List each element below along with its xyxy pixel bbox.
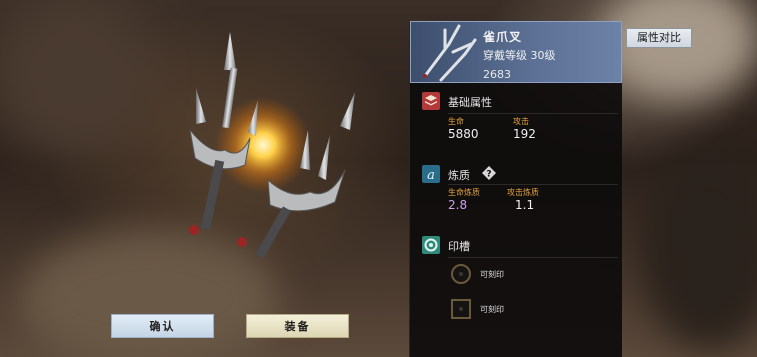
stat-value-attack: 192 bbox=[513, 127, 536, 141]
background-blur bbox=[640, 150, 757, 350]
slot-dot bbox=[459, 307, 463, 311]
divider bbox=[448, 113, 618, 114]
divider bbox=[448, 184, 618, 185]
item-thumbnail bbox=[423, 24, 477, 82]
layers-icon bbox=[422, 92, 440, 110]
seal-slot-label: 可刻印 bbox=[480, 270, 504, 279]
weapon-preview bbox=[189, 32, 355, 259]
stat-label-attack: 攻击 bbox=[513, 117, 529, 126]
game-scene: 雀爪叉 穿戴等级 30级 2683 基础属性 生命 5880 攻击 192 a … bbox=[0, 0, 757, 357]
svg-text:?: ? bbox=[486, 170, 491, 180]
item-name: 雀爪叉 bbox=[483, 30, 523, 44]
background-blur bbox=[600, 0, 757, 100]
question-icon[interactable]: ? bbox=[482, 165, 496, 180]
svg-text:a: a bbox=[427, 168, 435, 183]
item-detail-panel: 雀爪叉 穿戴等级 30级 2683 基础属性 生命 5880 攻击 192 a … bbox=[409, 21, 622, 357]
background-blur bbox=[0, 0, 150, 150]
stat-value-hp-refine: 2.8 bbox=[448, 198, 468, 212]
divider bbox=[448, 257, 618, 258]
seal-slot-round[interactable] bbox=[451, 264, 471, 284]
confirm-button[interactable]: 确认 bbox=[111, 314, 214, 338]
equip-button[interactable]: 装备 bbox=[246, 314, 349, 338]
item-level-requirement: 穿戴等级 30级 bbox=[483, 49, 556, 62]
stat-value-attack-refine: 1.1 bbox=[515, 198, 535, 212]
stat-label-hp: 生命 bbox=[448, 117, 464, 126]
stat-label-hp-refine: 生命炼质 bbox=[448, 188, 480, 197]
stat-label-attack-refine: 攻击炼质 bbox=[507, 188, 539, 197]
seal-icon bbox=[422, 236, 440, 254]
refine-icon: a bbox=[422, 165, 440, 183]
item-header: 雀爪叉 穿戴等级 30级 2683 bbox=[410, 21, 622, 83]
refine-title: 炼质 bbox=[448, 169, 470, 182]
slot-dot bbox=[459, 272, 463, 276]
item-score: 2683 bbox=[483, 68, 511, 81]
compare-attributes-button[interactable]: 属性对比 bbox=[626, 28, 692, 48]
base-attributes-title: 基础属性 bbox=[448, 96, 492, 109]
seal-title: 印槽 bbox=[448, 240, 470, 253]
seal-slot-square[interactable] bbox=[451, 299, 471, 319]
seal-slot-label: 可刻印 bbox=[480, 305, 504, 314]
stat-value-hp: 5880 bbox=[448, 127, 479, 141]
